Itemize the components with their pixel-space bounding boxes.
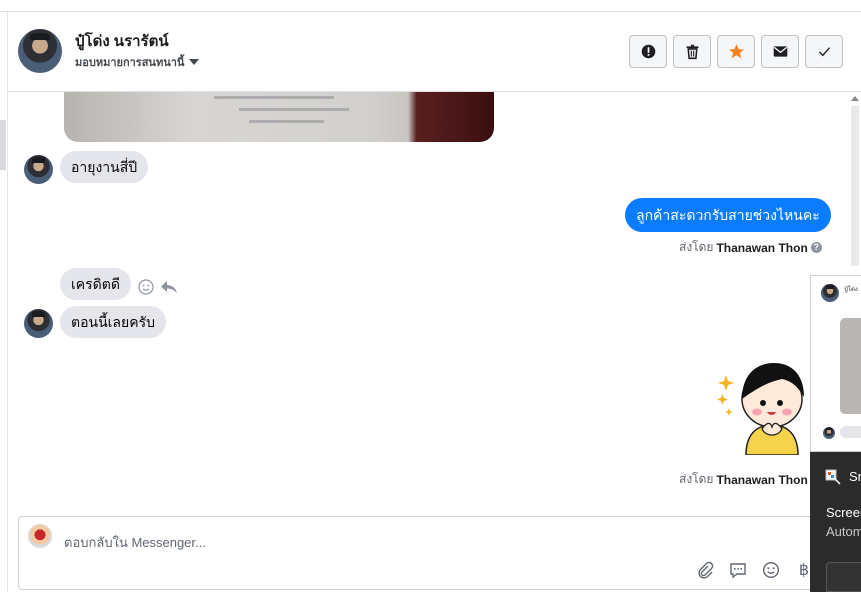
notification-action-button[interactable]: [826, 562, 861, 592]
caret-down-icon: [189, 59, 200, 65]
sent-by-prefix: ส่งโดย: [679, 472, 714, 486]
thumbnail-text: ปู๋โด่ง: [844, 287, 858, 293]
screenshot-thumbnail[interactable]: ปู๋โด่ง: [810, 275, 861, 452]
sent-by-label: ส่งโดย Thanawan Thon: [679, 470, 808, 489]
girl-sticker-image[interactable]: [716, 355, 812, 455]
delete-button[interactable]: [673, 35, 711, 68]
header-actions: [629, 35, 843, 68]
composer-tools: ฿: [695, 560, 814, 580]
thumbnail-avatar: [821, 284, 839, 302]
incoming-message[interactable]: ตอนนี้เลยครับ: [60, 306, 166, 338]
help-icon[interactable]: ?: [810, 242, 822, 253]
alert-icon: [641, 44, 655, 59]
saved-reply-icon[interactable]: [728, 560, 748, 580]
left-scrollbar[interactable]: [0, 12, 8, 592]
reply-composer[interactable]: ตอบกลับใน Messenger... ฿: [18, 516, 818, 590]
incoming-message[interactable]: เครดิตดี: [60, 268, 131, 300]
contact-avatar-small[interactable]: [24, 155, 53, 184]
page-avatar: [28, 524, 52, 548]
message-tools: [138, 279, 178, 295]
mail-button[interactable]: [761, 35, 799, 68]
contact-avatar-small[interactable]: [24, 309, 53, 338]
assign-conversation-dropdown[interactable]: มอบหมายการสนทนานี้: [75, 53, 200, 71]
paperclip-icon[interactable]: [695, 560, 715, 580]
contact-name[interactable]: ปู๋โด่ง นรารัตน์: [75, 29, 169, 53]
incoming-message[interactable]: อายุงานสี่ปี: [60, 151, 149, 183]
check-icon: [818, 47, 830, 57]
document-photo-attachment[interactable]: [64, 92, 494, 142]
star-icon: [728, 44, 744, 59]
sent-by-agent[interactable]: Thanawan Thon: [716, 473, 807, 487]
left-scrollbar-thumb[interactable]: [0, 120, 6, 170]
notification-text: Screen: [826, 505, 861, 520]
snip-notification[interactable]: Sn Screen Autom: [810, 452, 861, 592]
notification-title: Sn: [849, 469, 861, 484]
sent-by-agent[interactable]: Thanawan Thon: [716, 241, 807, 255]
message-scrollbar[interactable]: [849, 92, 861, 272]
conversation-header: ปู๋โด่ง นรารัตน์ มอบหมายการสนทนานี้: [8, 12, 861, 92]
contact-avatar[interactable]: [18, 29, 62, 73]
assign-label: มอบหมายการสนทนานี้: [75, 57, 185, 69]
done-button[interactable]: [805, 35, 843, 68]
scroll-up-arrow-icon[interactable]: [851, 96, 859, 101]
star-button[interactable]: [717, 35, 755, 68]
notification-subtext: Autom: [826, 524, 861, 539]
reply-input[interactable]: ตอบกลับใน Messenger...: [64, 532, 206, 553]
trash-icon: [686, 44, 698, 60]
scrollbar-track[interactable]: [851, 106, 859, 266]
reply-icon[interactable]: [160, 279, 178, 295]
outgoing-message[interactable]: ลูกค้าสะดวกรับสายช่วงไหนคะ: [625, 198, 831, 232]
thumbnail-photo: [840, 318, 861, 414]
screenshot-tool-overlay: ปู๋โด่ง Sn Screen Autom: [810, 275, 861, 592]
react-smiley-icon[interactable]: [138, 279, 154, 295]
thumbnail-bubble: [840, 426, 861, 438]
inbox-conversation-view: ปู๋โด่ง นรารัตน์ มอบหมายการสนทนานี้ อายุ…: [0, 0, 861, 592]
sent-by-label: ส่งโดย Thanawan Thon ?: [679, 238, 822, 257]
thumbnail-avatar: [823, 427, 835, 439]
sent-by-prefix: ส่งโดย: [679, 240, 714, 254]
emoji-icon[interactable]: [761, 560, 781, 580]
top-border: [0, 0, 861, 12]
report-button[interactable]: [629, 35, 667, 68]
snipping-tool-icon: [825, 469, 841, 485]
envelope-icon: [773, 46, 787, 57]
